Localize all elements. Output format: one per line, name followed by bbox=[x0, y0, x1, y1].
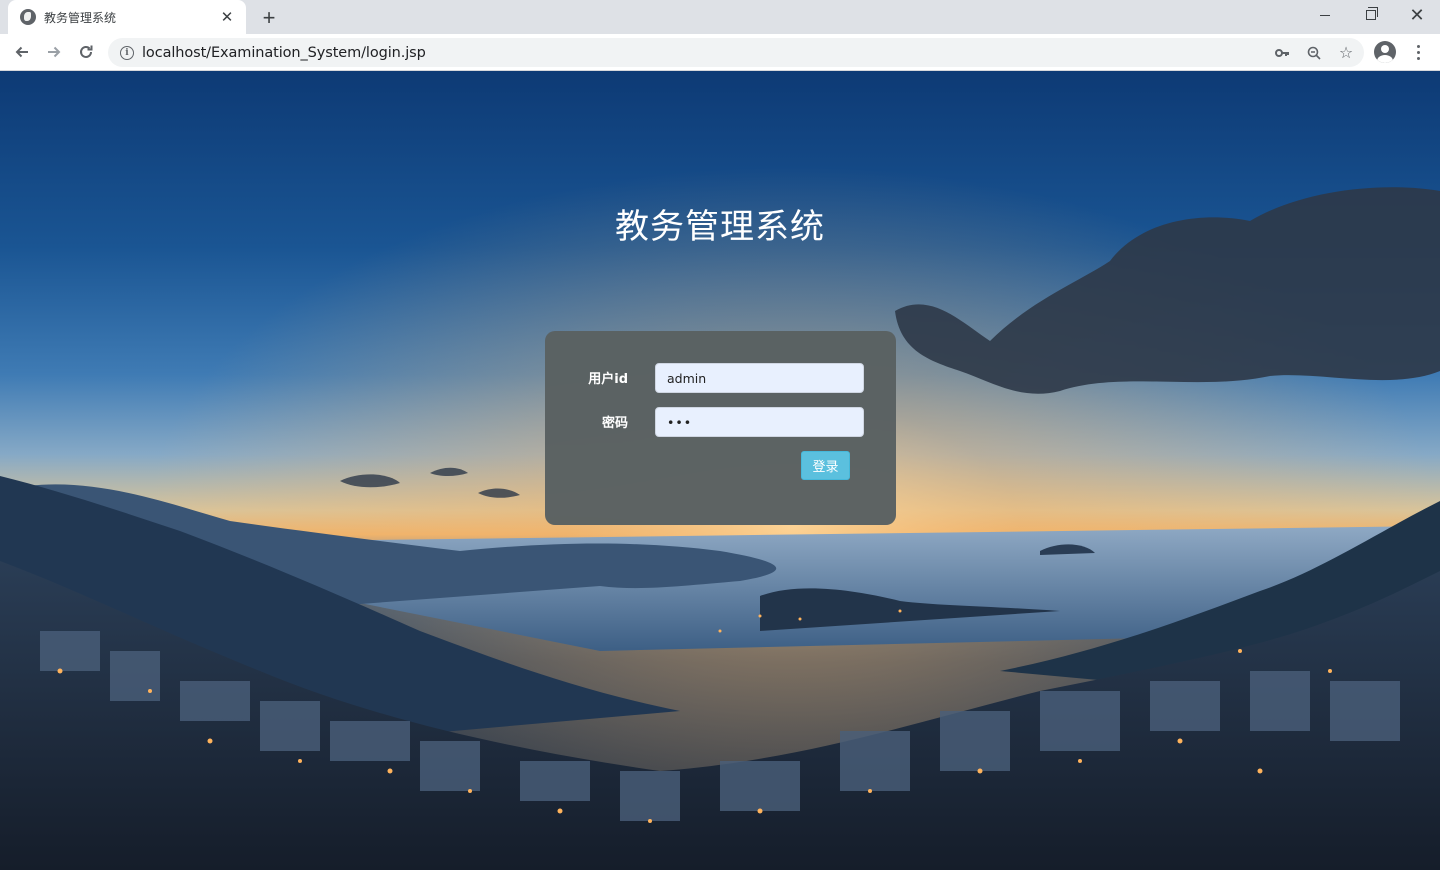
window-restore-button[interactable] bbox=[1348, 0, 1394, 30]
reload-button[interactable] bbox=[72, 38, 100, 66]
forward-button[interactable] bbox=[40, 38, 68, 66]
restore-icon bbox=[1366, 7, 1378, 20]
arrow-left-icon bbox=[15, 46, 28, 58]
browser-tab[interactable]: 教务管理系统 ✕ bbox=[8, 0, 246, 34]
window-minimize-button[interactable] bbox=[1302, 0, 1348, 30]
close-icon: ✕ bbox=[1409, 5, 1425, 25]
login-panel: 用户id 密码 登录 bbox=[545, 331, 896, 525]
key-glyph bbox=[1275, 49, 1289, 57]
profile-icon[interactable] bbox=[1374, 41, 1396, 63]
url-text[interactable]: localhost/Examination_System/login.jsp bbox=[142, 45, 426, 61]
browser-toolbar: i localhost/Examination_System/login.jsp… bbox=[0, 34, 1440, 71]
tab-title: 教务管理系统 bbox=[44, 10, 117, 25]
back-button[interactable] bbox=[8, 38, 36, 66]
minimize-icon bbox=[1320, 14, 1330, 16]
window-close-button[interactable]: ✕ bbox=[1394, 0, 1440, 30]
menu-icon[interactable] bbox=[1408, 38, 1428, 66]
bookmark-star-icon[interactable]: ☆ bbox=[1334, 41, 1358, 65]
key-icon[interactable] bbox=[1270, 41, 1294, 65]
address-bar[interactable]: i localhost/Examination_System/login.jsp… bbox=[108, 38, 1364, 67]
site-info-icon[interactable]: i bbox=[120, 45, 134, 60]
magnifier-glyph bbox=[1307, 46, 1321, 60]
user-id-input[interactable] bbox=[655, 363, 864, 393]
page-title: 教务管理系统 bbox=[615, 207, 825, 247]
globe-icon bbox=[20, 9, 36, 25]
reload-icon bbox=[80, 45, 93, 58]
login-button[interactable]: 登录 bbox=[801, 451, 850, 480]
arrow-right-icon bbox=[48, 46, 61, 58]
page-viewport: 教务管理系统 用户id 密码 登录 bbox=[0, 71, 1440, 870]
tab-close-icon[interactable]: ✕ bbox=[218, 8, 236, 26]
user-id-label: 用户id bbox=[588, 372, 628, 387]
zoom-icon[interactable] bbox=[1302, 41, 1326, 65]
tab-strip: 教务管理系统 ✕ + ✕ bbox=[0, 0, 1440, 34]
new-tab-button[interactable]: + bbox=[256, 5, 282, 31]
password-label: 密码 bbox=[601, 416, 628, 431]
password-input[interactable] bbox=[655, 407, 864, 437]
